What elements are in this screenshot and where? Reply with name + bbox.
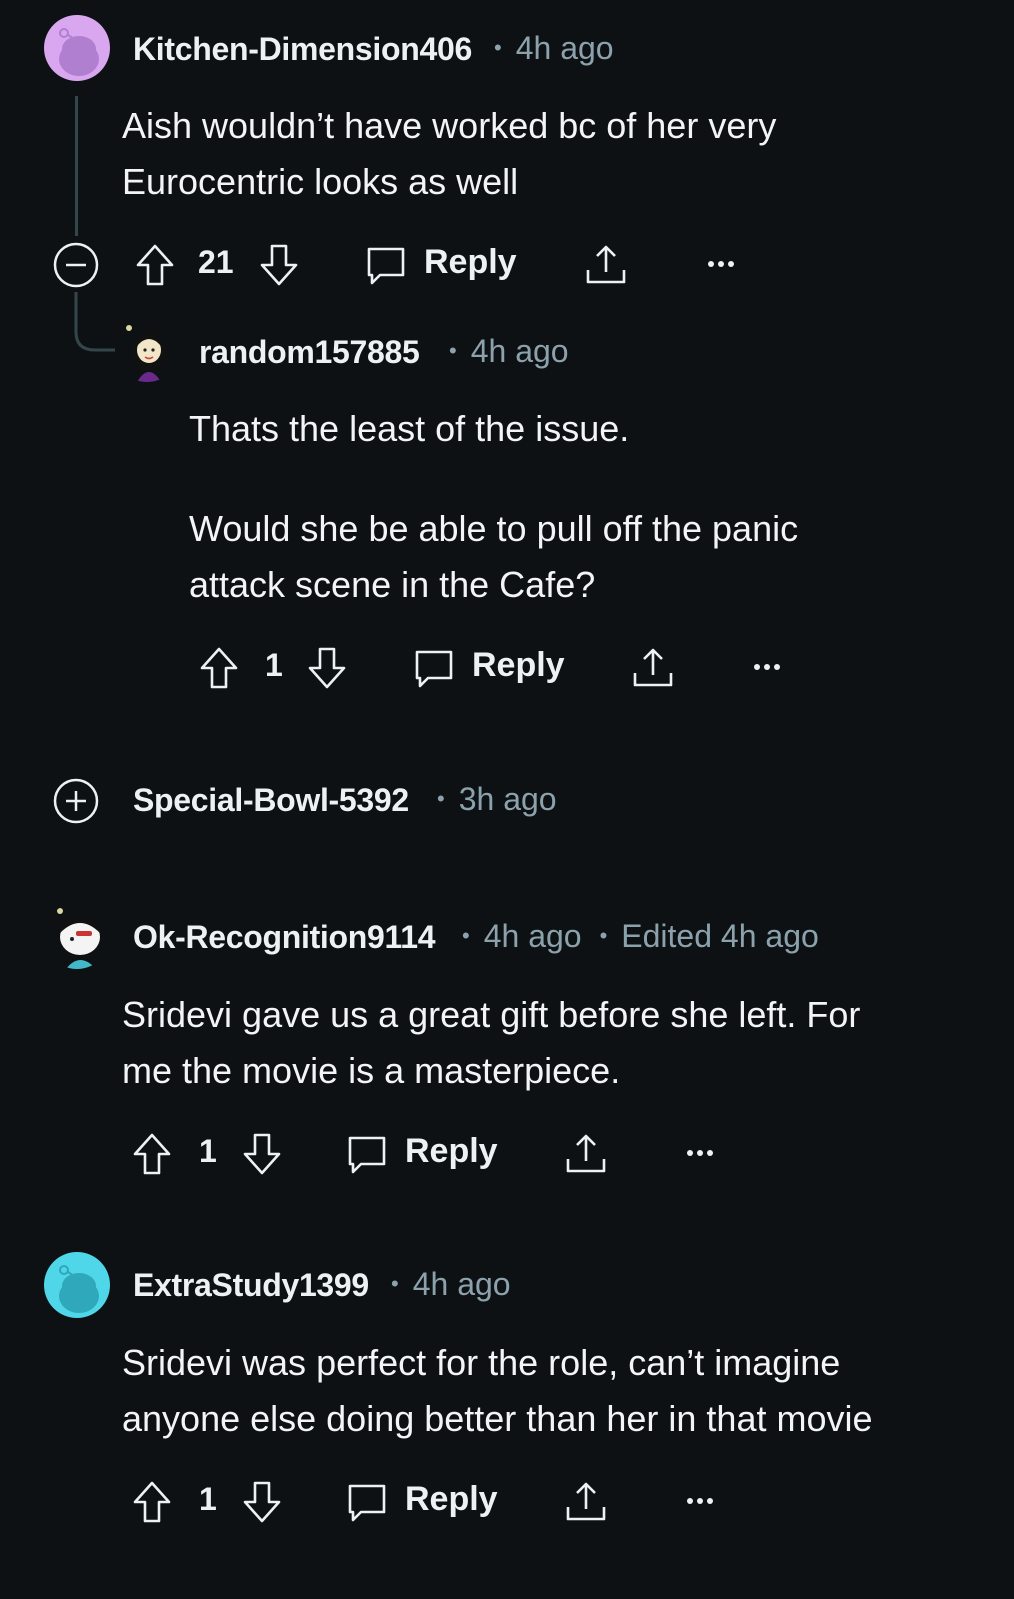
- reply-button[interactable]: Reply: [424, 243, 517, 282]
- comment-timestamp: • 4h ago: [449, 333, 569, 369]
- share-icon[interactable]: [563, 1131, 609, 1177]
- upvote-icon[interactable]: [131, 1480, 173, 1524]
- comment-actions: 1 Reply: [198, 643, 798, 693]
- collapse-icon[interactable]: [52, 241, 100, 289]
- more-options-icon[interactable]: [752, 655, 782, 679]
- comment-actions: 1 Reply: [131, 1477, 751, 1527]
- comment-body: Sridevi gave us a great gift before she …: [122, 994, 861, 1091]
- comment-bubble-icon[interactable]: [364, 244, 408, 288]
- custom-avatar-icon: [57, 908, 100, 969]
- downvote-icon[interactable]: [306, 646, 348, 690]
- comment-actions: 21 Reply: [52, 240, 772, 290]
- share-icon[interactable]: [563, 1479, 609, 1525]
- share-icon[interactable]: [630, 645, 676, 691]
- vote-count: 1: [199, 1481, 217, 1517]
- more-options-icon[interactable]: [685, 1141, 715, 1165]
- comment-bubble-icon[interactable]: [345, 1481, 389, 1525]
- snoo-avatar-icon: [59, 28, 99, 76]
- avatar[interactable]: [115, 318, 179, 382]
- avatar[interactable]: [44, 903, 110, 969]
- thread-line: [75, 96, 78, 236]
- comment-timestamp: • 4h ago: [391, 1266, 511, 1302]
- reply-button[interactable]: Reply: [472, 646, 565, 685]
- comment-timestamp: • 4h ago • Edited 4h ago: [462, 918, 819, 954]
- comment-username[interactable]: ExtraStudy1399: [133, 1267, 369, 1304]
- vote-count: 1: [199, 1133, 217, 1169]
- reply-button[interactable]: Reply: [405, 1480, 498, 1519]
- vote-count: 1: [265, 647, 283, 683]
- downvote-icon[interactable]: [241, 1480, 283, 1524]
- reply-button[interactable]: Reply: [405, 1132, 498, 1171]
- custom-avatar-icon: [126, 325, 166, 382]
- avatar[interactable]: [44, 15, 110, 81]
- comment-actions: 1 Reply: [131, 1129, 751, 1179]
- comment-bubble-icon[interactable]: [345, 1133, 389, 1177]
- comment-body: Sridevi was perfect for the role, can’t …: [122, 1342, 873, 1439]
- expand-icon[interactable]: [52, 777, 100, 825]
- vote-count: 21: [198, 244, 234, 280]
- avatar[interactable]: [44, 1252, 110, 1318]
- more-options-icon[interactable]: [685, 1489, 715, 1513]
- snoo-avatar-icon: [59, 1265, 99, 1313]
- comment-timestamp: • 3h ago: [437, 781, 557, 817]
- comment-timestamp: • 4h ago: [494, 30, 614, 66]
- comment-username[interactable]: Kitchen-Dimension406: [133, 31, 472, 68]
- comment-bubble-icon[interactable]: [412, 647, 456, 691]
- comment-username[interactable]: random157885: [199, 334, 420, 371]
- downvote-icon[interactable]: [241, 1132, 283, 1176]
- comment-body: Thats the least of the issue. Would she …: [189, 408, 799, 605]
- upvote-icon[interactable]: [198, 646, 240, 690]
- downvote-icon[interactable]: [258, 243, 300, 287]
- comment-body: Aish wouldn’t have worked bc of her very…: [122, 105, 777, 202]
- upvote-icon[interactable]: [134, 243, 176, 287]
- share-icon[interactable]: [583, 242, 629, 288]
- comment-username[interactable]: Special-Bowl-5392: [133, 782, 409, 819]
- upvote-icon[interactable]: [131, 1132, 173, 1176]
- more-options-icon[interactable]: [706, 252, 736, 276]
- comment-username[interactable]: Ok-Recognition9114: [133, 919, 436, 956]
- edited-label: Edited 4h ago: [621, 918, 819, 954]
